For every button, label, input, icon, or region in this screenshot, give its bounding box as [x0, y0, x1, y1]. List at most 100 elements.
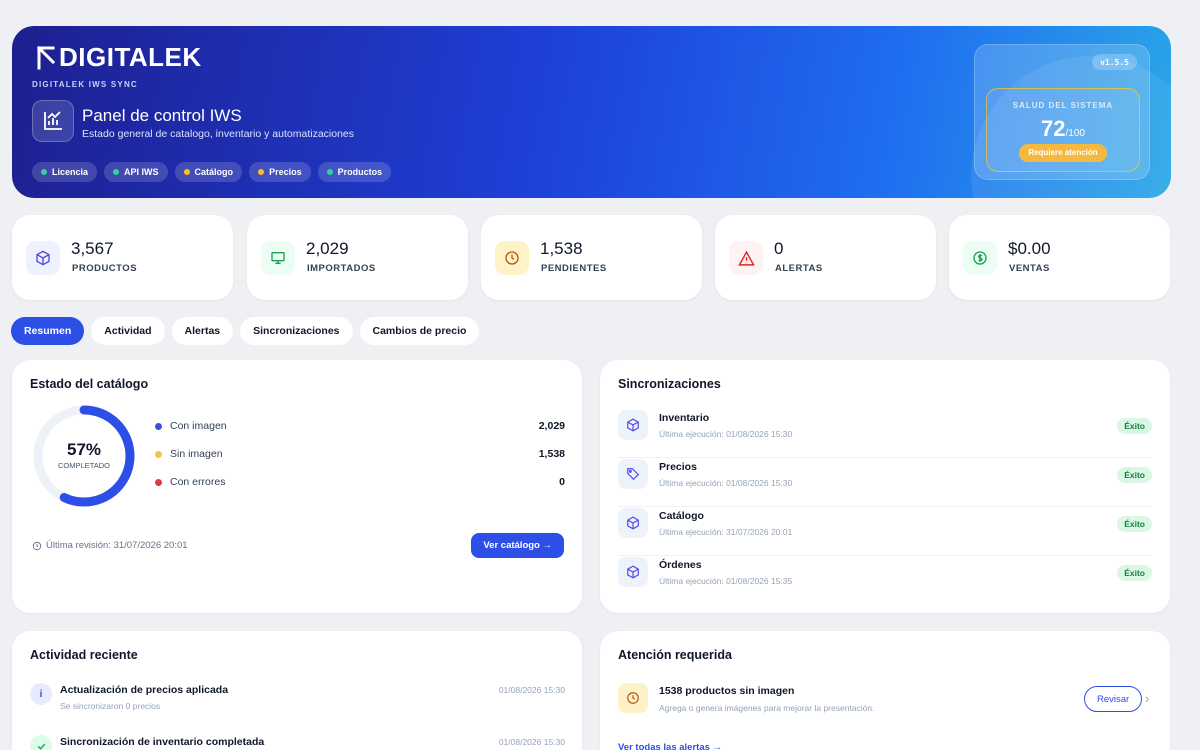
- stat-value: 1,538: [540, 239, 583, 258]
- page-description: Estado general de catalogo, inventario y…: [82, 128, 355, 140]
- status-chip-api[interactable]: API IWS: [104, 162, 168, 182]
- tab-cambios-de-precio[interactable]: Cambios de precio: [359, 317, 480, 345]
- sync-row-inventario[interactable]: Inventario Última ejecución: 01/08/2026 …: [618, 410, 1152, 458]
- donut-percent: 57%: [66, 440, 102, 459]
- activity-title: Sincronización de inventario completada: [60, 736, 265, 748]
- sync-name: Precios: [659, 461, 697, 473]
- warning-icon: [729, 241, 763, 275]
- alert-title: 1538 productos sin imagen: [659, 685, 795, 697]
- recent-activity-card: Actividad reciente i Actualización de pr…: [12, 631, 582, 750]
- review-button[interactable]: Revisar: [1084, 686, 1143, 712]
- activity-subtitle: Se sincronizaron 0 precios: [60, 701, 161, 711]
- see-all-alerts-link[interactable]: Ver todas las alertas →: [618, 742, 722, 750]
- legend-dot: [155, 478, 162, 486]
- stat-card-ventas: $0.00 VENTAS: [949, 215, 1170, 300]
- clock-icon: [495, 241, 529, 275]
- health-score-max: /100: [1065, 128, 1085, 139]
- stat-card-pendientes: 1,538 PENDIENTES: [481, 215, 702, 300]
- chart-icon: [32, 100, 74, 142]
- version-badge: v1.5.5: [1092, 54, 1137, 70]
- card-title: Estado del catálogo: [30, 377, 149, 391]
- tab-actividad[interactable]: Actividad: [91, 317, 165, 345]
- legend-label: Sin imagen: [170, 448, 223, 460]
- attention-card: Atención requerida 1538 productos sin im…: [600, 631, 1170, 750]
- tab-sincronizaciones[interactable]: Sincronizaciones: [240, 317, 353, 345]
- brand-subtitle: DIGITALEK IWS SYNC: [32, 80, 138, 89]
- status-badge: Éxito: [1117, 467, 1152, 483]
- chip-label: Productos: [337, 167, 383, 177]
- health-score: 72/100: [987, 116, 1139, 142]
- stat-card-alertas: 0 ALERTAS: [715, 215, 936, 300]
- box-icon: [618, 508, 648, 538]
- status-chip-precios[interactable]: Precios: [249, 162, 311, 182]
- donut-label: COMPLETADO: [58, 461, 110, 470]
- legend-row-con-imagen: Con imagen 2,029: [155, 420, 565, 432]
- brand-logo: DIGITALEK: [37, 42, 202, 73]
- check-icon: [30, 735, 52, 750]
- card-title: Atención requerida: [618, 648, 732, 662]
- sync-time: Última ejecución: 01/08/2026 15:35: [659, 576, 793, 586]
- sync-time: Última ejecución: 01/08/2026 15:30: [659, 478, 793, 488]
- chip-label: Catálogo: [194, 167, 234, 177]
- info-icon: i: [30, 683, 52, 705]
- legend-value: 1,538: [538, 448, 565, 460]
- view-catalog-button[interactable]: Ver catálogo →: [471, 533, 564, 558]
- legend-dot: [155, 422, 162, 430]
- card-title: Actividad reciente: [30, 648, 138, 662]
- tab-resumen[interactable]: Resumen: [11, 317, 85, 345]
- stat-label: IMPORTADOS: [307, 263, 376, 274]
- clock-icon: [32, 541, 42, 550]
- legend-dot: [155, 450, 162, 458]
- sync-time: Última ejecución: 31/07/2026 20:01: [659, 527, 793, 537]
- box-icon: [26, 241, 60, 275]
- logo-mark-icon: [37, 45, 56, 69]
- alert-description: Agrega o genera imágenes para mejorar la…: [659, 703, 875, 713]
- stat-value: 2,029: [306, 239, 349, 258]
- sync-row-ordenes[interactable]: Órdenes Última ejecución: 01/08/2026 15:…: [618, 557, 1152, 605]
- health-label: SALUD DEL SISTEMA: [1012, 101, 1114, 110]
- health-score-box: SALUD DEL SISTEMA 72/100 Requiere atenci…: [986, 88, 1140, 172]
- sync-row-catalogo[interactable]: Catálogo Última ejecución: 31/07/2026 20…: [618, 508, 1152, 556]
- status-badge: Éxito: [1117, 565, 1152, 581]
- box-icon: [618, 410, 648, 440]
- stat-value: 3,567: [71, 239, 114, 258]
- status-badge: Éxito: [1117, 516, 1152, 532]
- legend-row-con-errores: Con errores 0: [155, 476, 565, 488]
- health-score-value: 72: [1041, 116, 1066, 141]
- stat-card-productos: 3,567 PRODUCTOS: [12, 215, 233, 300]
- section-tabs: Resumen Actividad Alertas Sincronizacion…: [11, 317, 480, 345]
- legend-value: 0: [559, 476, 565, 488]
- activity-time: 01/08/2026 15:30: [498, 737, 565, 747]
- legend-value: 2,029: [538, 420, 565, 432]
- status-chip-productos[interactable]: Productos: [317, 162, 392, 182]
- sync-row-precios[interactable]: Precios Última ejecución: 01/08/2026 15:…: [618, 459, 1152, 507]
- stat-card-importados: 2,029 IMPORTADOS: [247, 215, 468, 300]
- status-chips: Licencia API IWS Catálogo Precios Produc…: [32, 162, 392, 182]
- status-dot: [41, 169, 47, 175]
- chevron-right-icon[interactable]: ›: [1145, 691, 1149, 706]
- legend-label: Con imagen: [170, 420, 227, 432]
- status-chip-licencia[interactable]: Licencia: [32, 162, 98, 182]
- status-dot: [258, 169, 265, 175]
- stat-label: VENTAS: [1009, 263, 1050, 274]
- card-title: Sincronizaciones: [618, 377, 721, 391]
- status-badge: Éxito: [1117, 418, 1152, 434]
- syncs-card: Sincronizaciones Inventario Última ejecu…: [600, 360, 1170, 613]
- dollar-icon: [963, 241, 997, 275]
- status-chip-catalogo[interactable]: Catálogo: [174, 162, 243, 182]
- status-dot: [326, 169, 333, 175]
- sync-name: Inventario: [659, 412, 710, 424]
- tab-alertas[interactable]: Alertas: [171, 317, 234, 345]
- clock-icon: [618, 683, 648, 713]
- stat-value: 0: [774, 239, 784, 258]
- last-review-text: Última revisión: 31/07/2026 20:01: [46, 540, 188, 551]
- logo-text: DIGITALEK: [59, 42, 202, 72]
- chip-label: Precios: [269, 167, 302, 177]
- sync-name: Órdenes: [659, 559, 702, 571]
- hero-banner: DIGITALEK DIGITALEK IWS SYNC Panel de co…: [12, 26, 1171, 198]
- stat-label: PRODUCTOS: [72, 263, 138, 274]
- sync-time: Última ejecución: 01/08/2026 15:30: [659, 429, 793, 439]
- system-health-panel: v1.5.5 SALUD DEL SISTEMA 72/100 Requiere…: [974, 44, 1150, 180]
- health-status-badge: Requiere atención: [1019, 144, 1107, 162]
- activity-time: 01/08/2026 15:30: [498, 685, 565, 695]
